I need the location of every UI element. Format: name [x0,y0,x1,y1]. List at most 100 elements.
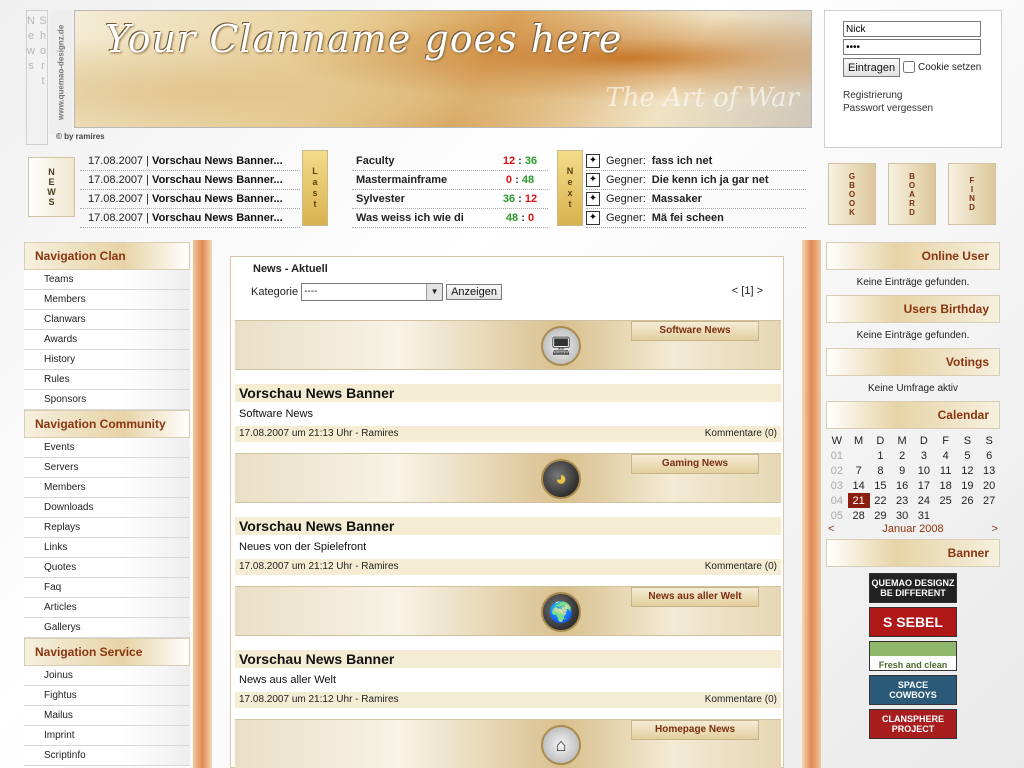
last-match-row[interactable]: Mastermainframe 0 : 48 [352,171,548,190]
shortnews-item[interactable]: 17.08.2007 | Vorschau News Banner... [80,209,300,228]
calendar-day[interactable]: 23 [891,493,913,508]
show-button[interactable]: Anzeigen [446,284,502,300]
username-input[interactable] [843,21,981,37]
prev-month-link[interactable]: < [828,523,834,535]
gbook-button[interactable]: GBOOK [828,163,876,225]
article-headline[interactable]: Vorschau News Banner [235,384,781,402]
nav-item-gallerys[interactable]: Gallerys [24,618,190,638]
calendar-day-today[interactable]: 21 [847,493,870,508]
nav-item-awards[interactable]: Awards [24,330,190,350]
calendar-day[interactable]: 3 [913,448,935,463]
calendar-day[interactable]: 7 [848,463,870,478]
board-button[interactable]: BOARD [888,163,936,225]
nav-item-clanwars[interactable]: Clanwars [24,310,190,330]
nav-item-servers[interactable]: Servers [24,458,190,478]
shortnews-item[interactable]: 17.08.2007 | Vorschau News Banner... [80,190,300,209]
calendar-day[interactable]: 4 [935,448,957,463]
shortnews-title[interactable]: Vorschau News Banner... [152,193,283,205]
calendar-day[interactable]: 25 [935,493,957,508]
forgot-password-link[interactable]: Passwort vergessen [843,103,933,114]
nav-item-articles[interactable]: Articles [24,598,190,618]
banner-spacecowboys[interactable]: SPACE COWBOYS [869,675,957,705]
calendar-day[interactable]: 29 [870,508,892,523]
last-match-row[interactable]: Faculty 12 : 36 [352,152,548,171]
nav-item-imprint[interactable]: Imprint [24,726,190,746]
next-match-row[interactable]: ✦ Gegner: fass ich net [586,152,806,171]
calendar-day[interactable]: 6 [978,448,1000,463]
article-headline[interactable]: Vorschau News Banner [235,517,781,535]
comments-link[interactable]: Kommentare (0) [705,559,777,575]
calendar-day[interactable]: 28 [848,508,870,523]
last-match-row[interactable]: Sylvester 36 : 12 [352,190,548,209]
calendar-day[interactable]: 5 [957,448,979,463]
nav-item-teams[interactable]: Teams [24,270,190,290]
calendar-day[interactable]: 19 [957,478,979,493]
next-match-row[interactable]: ✦ Gegner: Massaker [586,190,806,209]
banner-quemao[interactable]: QUEMAO DESIGNZ BE DIFFERENT [869,573,957,603]
next-match-row[interactable]: ✦ Gegner: Mä fei scheen [586,209,806,228]
login-button[interactable]: Eintragen [843,58,901,77]
chevron-down-icon[interactable]: ▼ [426,284,443,300]
category-label-software[interactable]: Software News [631,321,759,341]
nav-item-members[interactable]: Members [24,290,190,310]
cookie-option[interactable]: Cookie setzen [903,61,981,73]
nav-item-rules[interactable]: Rules [24,370,190,390]
calendar-day[interactable]: 24 [913,493,935,508]
nav-item-history[interactable]: History [24,350,190,370]
nav-item-sponsors[interactable]: Sponsors [24,390,190,410]
calendar-day[interactable]: 17 [913,478,935,493]
calendar-day[interactable]: 30 [891,508,913,523]
article-headline[interactable]: Vorschau News Banner [235,650,781,668]
banner-sebel[interactable]: S SEBEL [869,607,957,637]
calendar-day[interactable]: 9 [891,463,913,478]
comments-link[interactable]: Kommentare (0) [705,692,777,708]
shortnews-title[interactable]: Vorschau News Banner... [152,174,283,186]
nav-item-scriptinfo[interactable]: Scriptinfo [24,746,190,766]
password-input[interactable] [843,39,981,55]
calendar-day[interactable]: 15 [870,478,892,493]
nav-item-faq[interactable]: Faq [24,578,190,598]
calendar-day[interactable]: 20 [978,478,1000,493]
shortnews-item[interactable]: 17.08.2007 | Vorschau News Banner... [80,152,300,171]
last-match-row[interactable]: Was weiss ich wie di 48 : 0 [352,209,548,228]
calendar-day[interactable]: 22 [870,493,892,508]
calendar-day[interactable]: 1 [870,448,892,463]
calendar-day[interactable]: 31 [913,508,935,523]
nav-item-links[interactable]: Links [24,538,190,558]
category-select[interactable]: ---- ▼ [301,283,444,301]
shortnews-title[interactable]: Vorschau News Banner... [152,155,283,167]
category-label-homepage[interactable]: Homepage News [631,720,759,740]
calendar-day[interactable]: 18 [935,478,957,493]
calendar-day[interactable]: 13 [978,463,1000,478]
nav-item-joinus[interactable]: Joinus [24,666,190,686]
calendar-day[interactable]: 11 [935,463,957,478]
calendar-day[interactable]: 26 [957,493,979,508]
calendar-day[interactable]: 12 [957,463,979,478]
pagination[interactable]: < [1] > [732,285,763,297]
calendar-day[interactable]: 2 [891,448,913,463]
calendar-day[interactable]: 8 [870,463,892,478]
calendar-day[interactable]: 27 [978,493,1000,508]
banner-clansphere[interactable]: CLANSPHERE PROJECT [869,709,957,739]
next-match-row[interactable]: ✦ Gegner: Die kenn ich ja gar net [586,171,806,190]
banner-fresh[interactable]: Fresh and clean [869,641,957,671]
register-link[interactable]: Registrierung [843,90,902,101]
next-month-link[interactable]: > [992,523,998,535]
comments-link[interactable]: Kommentare (0) [705,426,777,442]
nav-item-events[interactable]: Events [24,438,190,458]
calendar-day[interactable]: 16 [891,478,913,493]
calendar-day[interactable]: 10 [913,463,935,478]
nav-item-mailus[interactable]: Mailus [24,706,190,726]
nav-item-quotes[interactable]: Quotes [24,558,190,578]
calendar-day[interactable]: 14 [848,478,870,493]
cookie-checkbox[interactable] [903,61,915,73]
nav-item-downloads[interactable]: Downloads [24,498,190,518]
shortnews-item[interactable]: 17.08.2007 | Vorschau News Banner... [80,171,300,190]
nav-item-community-members[interactable]: Members [24,478,190,498]
category-label-gaming[interactable]: Gaming News [631,454,759,474]
find-button[interactable]: FIND [948,163,996,225]
shortnews-title[interactable]: Vorschau News Banner... [152,212,283,224]
nav-item-fightus[interactable]: Fightus [24,686,190,706]
category-label-world[interactable]: News aus aller Welt [631,587,759,607]
nav-item-replays[interactable]: Replays [24,518,190,538]
